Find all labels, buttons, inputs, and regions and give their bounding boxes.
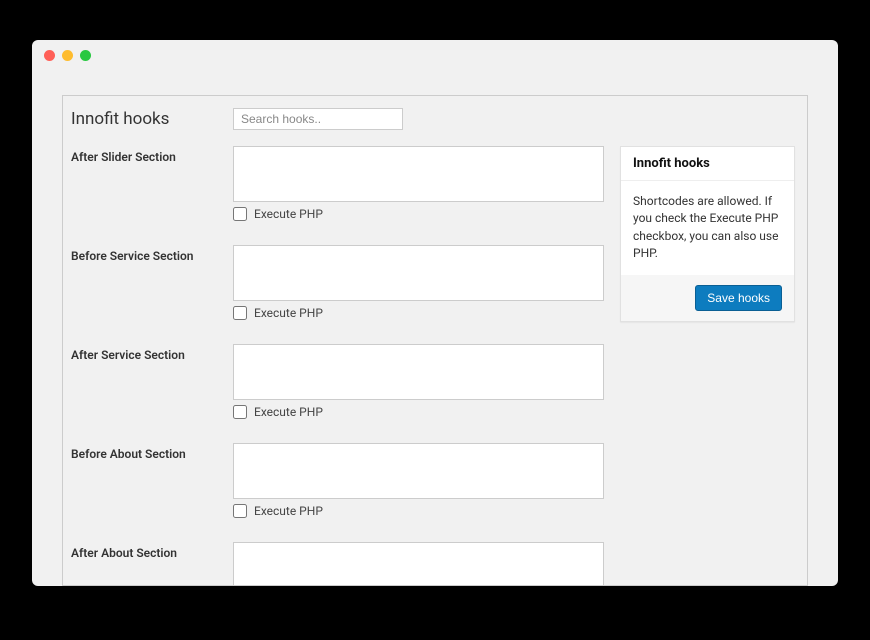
hook-label: After Service Section <box>71 344 233 362</box>
hook-row: After Slider Section Execute PHP <box>71 146 604 221</box>
traffic-light-zoom-icon[interactable] <box>80 50 91 61</box>
execute-php-line: Execute PHP <box>233 405 604 419</box>
hook-label: Before Service Section <box>71 245 233 263</box>
hook-field: Execute PHP <box>233 245 604 320</box>
panel-content: After Slider Section Execute PHP Before … <box>63 146 807 585</box>
hooks-form: After Slider Section Execute PHP Before … <box>71 146 604 585</box>
sidebox-footer: Save hooks <box>621 275 794 321</box>
search-input[interactable] <box>233 108 403 130</box>
hook-field: Execute PHP <box>233 443 604 518</box>
app-window: Innofit hooks After Slider Section Execu… <box>32 40 838 586</box>
hook-textarea[interactable] <box>233 146 604 202</box>
execute-php-checkbox[interactable] <box>233 207 247 221</box>
hook-textarea[interactable] <box>233 542 604 585</box>
window-titlebar <box>32 40 838 70</box>
hook-field: Execute PHP <box>233 344 604 419</box>
hook-field <box>233 542 604 585</box>
execute-php-line: Execute PHP <box>233 306 604 320</box>
execute-php-label: Execute PHP <box>254 405 323 419</box>
execute-php-line: Execute PHP <box>233 504 604 518</box>
hook-textarea[interactable] <box>233 344 604 400</box>
execute-php-label: Execute PHP <box>254 306 323 320</box>
hook-label: Before About Section <box>71 443 233 461</box>
hook-textarea[interactable] <box>233 443 604 499</box>
sidebar: Innofit hooks Shortcodes are allowed. If… <box>620 146 795 322</box>
traffic-light-close-icon[interactable] <box>44 50 55 61</box>
sidebox: Innofit hooks Shortcodes are allowed. If… <box>620 146 795 322</box>
hook-row: After About Section <box>71 542 604 585</box>
execute-php-label: Execute PHP <box>254 207 323 221</box>
execute-php-checkbox[interactable] <box>233 504 247 518</box>
sidebox-title: Innofit hooks <box>621 147 794 181</box>
execute-php-label: Execute PHP <box>254 504 323 518</box>
hook-label: After Slider Section <box>71 146 233 164</box>
save-hooks-button[interactable]: Save hooks <box>695 285 782 311</box>
execute-php-line: Execute PHP <box>233 207 604 221</box>
execute-php-checkbox[interactable] <box>233 306 247 320</box>
hook-row: Before Service Section Execute PHP <box>71 245 604 320</box>
page-title: Innofit hooks <box>71 109 233 129</box>
execute-php-checkbox[interactable] <box>233 405 247 419</box>
hook-label: After About Section <box>71 542 233 560</box>
settings-panel: Innofit hooks After Slider Section Execu… <box>62 95 808 586</box>
sidebox-text: Shortcodes are allowed. If you check the… <box>621 181 794 275</box>
traffic-light-minimize-icon[interactable] <box>62 50 73 61</box>
hook-row: Before About Section Execute PHP <box>71 443 604 518</box>
hook-textarea[interactable] <box>233 245 604 301</box>
panel-header: Innofit hooks <box>63 96 807 144</box>
hook-row: After Service Section Execute PHP <box>71 344 604 419</box>
hook-field: Execute PHP <box>233 146 604 221</box>
